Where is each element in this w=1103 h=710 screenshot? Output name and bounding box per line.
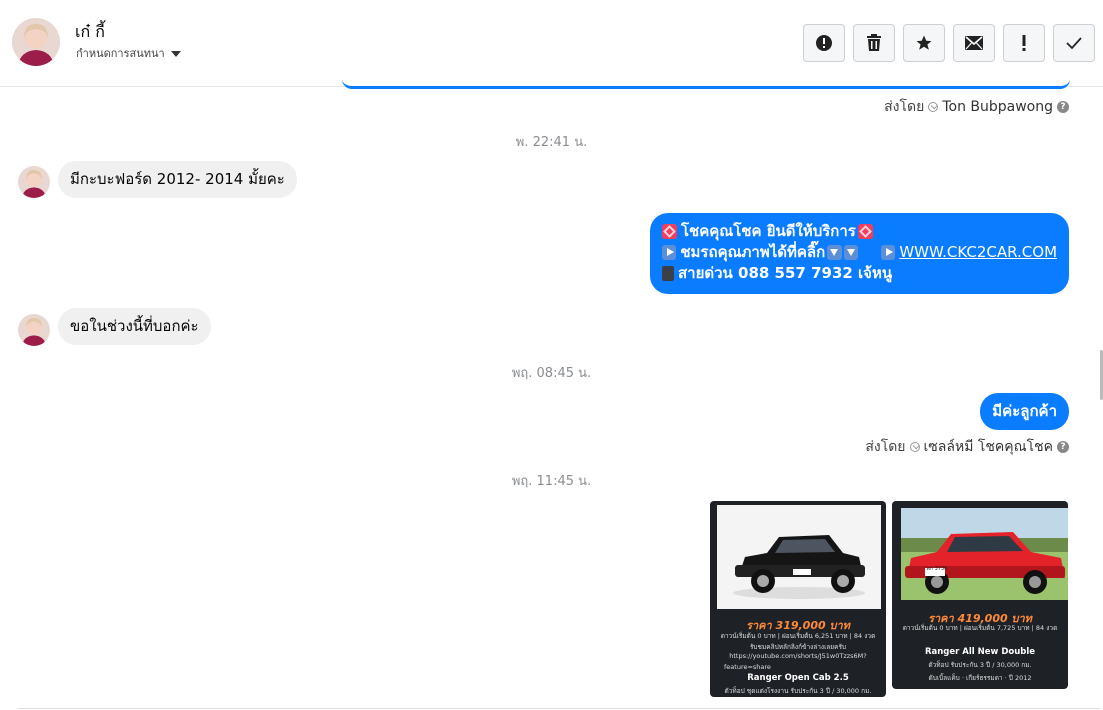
car-model: Ranger All New Double (924, 647, 1036, 657)
previous-message-bubble-edge (342, 79, 1070, 89)
check-icon (1066, 37, 1082, 50)
incoming-message[interactable]: มีกะบะฟอร์ด 2012- 2014 มั้ยคะ (58, 161, 297, 198)
image-attachment[interactable]: ดก 3736 ราคา 419,000 บาท ดาวน์เริ่มต้น 0… (892, 501, 1068, 689)
car-specs: ดับเบิ้ลแค็บ · เกียร์ธรรมดา · ปี 2012 (928, 674, 1032, 682)
help-icon[interactable]: ? (1057, 101, 1069, 113)
message-timestamp: พฤ. 08:45 น. (511, 366, 592, 381)
trash-icon (867, 34, 881, 51)
caret-down-icon (170, 50, 181, 57)
anger-symbol-icon (662, 224, 677, 239)
conversation-settings-dropdown[interactable]: กำหนดการสนทนา (76, 44, 181, 62)
message-timestamp: พฤ. 11:45 น. (511, 474, 592, 489)
mobile-phone-icon (662, 266, 674, 281)
down-arrow-icon (827, 245, 842, 260)
sent-by-prefix: ส่งโดย (884, 99, 925, 115)
contact-avatar-small (18, 166, 50, 198)
sent-by-prefix: ส่งโดย (865, 439, 906, 455)
composer-divider (18, 708, 1100, 709)
action-toolbar (803, 24, 1095, 62)
verified-icon (909, 442, 920, 452)
delete-button[interactable] (853, 24, 895, 62)
sent-by-label: ส่งโดย Ton Bubpawong ? (884, 96, 1069, 118)
clip-note: รับชมคลิปหลักลิงก์ข้างล่างเลยครับ (749, 643, 847, 651)
mark-done-button[interactable] (1053, 24, 1095, 62)
star-icon (916, 35, 932, 50)
help-icon[interactable]: ? (1057, 441, 1069, 453)
outgoing-message[interactable]: โชคคุณโชค ยินดีให้บริการ ชมรถคุณภาพได้ที… (650, 213, 1069, 294)
conversation-settings-label: กำหนดการสนทนา (76, 47, 165, 60)
outgoing-message[interactable]: มีค่ะลูกค้า (980, 393, 1069, 430)
financing-terms: ดาวน์เริ่มต้น 0 บาท | ผ่อนเริ่มต้น 6,251… (720, 632, 876, 640)
message-line: โชคคุณโชค ยินดีให้บริการ (662, 221, 1057, 242)
verified-icon (928, 102, 939, 112)
incoming-message[interactable]: ขอในช่วงนี้ที่บอกค่ะ (58, 308, 211, 345)
down-arrow-icon (843, 245, 858, 260)
car-model: Ranger Open Cab 2.5 (747, 673, 849, 683)
message-line-text: ชมรถคุณภาพได้ที่คลิ๊ก (680, 243, 826, 261)
warranty-note: ตัวท็อป รับประกัน 3 ปี / 30,000 กม. (928, 661, 1032, 669)
contact-avatar-small (18, 314, 50, 346)
message-line-text: โชคคุณโชค ยินดีให้บริการ (681, 222, 856, 240)
mail-icon (965, 36, 983, 50)
sender-name[interactable]: เซลล์หมี โชคคุณโชค (924, 436, 1053, 458)
image-attachment[interactable]: ราคา 319,000 บาท ดาวน์เริ่มต้น 0 บาท | ผ… (710, 501, 886, 697)
feature-tag: feature=share (724, 663, 771, 671)
play-button-icon (662, 245, 677, 260)
message-line: ชมรถคุณภาพได้ที่คลิ๊ก WWW.CKC2CAR.COM (662, 242, 1057, 263)
sender-name[interactable]: Ton Bubpawong (942, 99, 1053, 115)
message-line: สายด่วน 088 557 7932 เจ้หนู (662, 263, 1057, 284)
spam-button[interactable] (1003, 24, 1045, 62)
plate-number: ดก 3736 (926, 566, 948, 572)
video-url: https://youtube.com/shorts/J51w0Tzzs6M? (729, 652, 867, 660)
play-button-icon (880, 245, 896, 260)
mark-unread-button[interactable] (953, 24, 995, 62)
sent-by-label: ส่งโดย เซลล์หมี โชคคุณโชค ? (865, 436, 1069, 458)
car-photo (901, 508, 1068, 600)
message-line-text: สายด่วน 088 557 7932 เจ้หนู (678, 264, 893, 282)
star-button[interactable] (903, 24, 945, 62)
alert-circle-button[interactable] (803, 24, 845, 62)
conversation-header: เก๋ กี้ กำหนดการสนทนา (0, 0, 1103, 87)
car-photo (717, 505, 881, 609)
message-timestamp: พ. 22:41 น. (515, 135, 588, 150)
anger-symbol-icon (857, 224, 873, 239)
contact-avatar[interactable] (12, 18, 60, 66)
contact-name[interactable]: เก๋ กี้ (75, 20, 105, 45)
exclamation-icon (1022, 35, 1026, 51)
financing-terms: ดาวน์เริ่มต้น 0 บาท | ผ่อนเริ่มต้น 7,725… (902, 624, 1058, 632)
alert-circle-icon (816, 35, 832, 51)
warranty-note: ตัวท็อป ชุดแต่งโรงงาน รับประกัน 3 ปี / 3… (724, 687, 872, 695)
website-link[interactable]: WWW.CKC2CAR.COM (899, 242, 1057, 263)
